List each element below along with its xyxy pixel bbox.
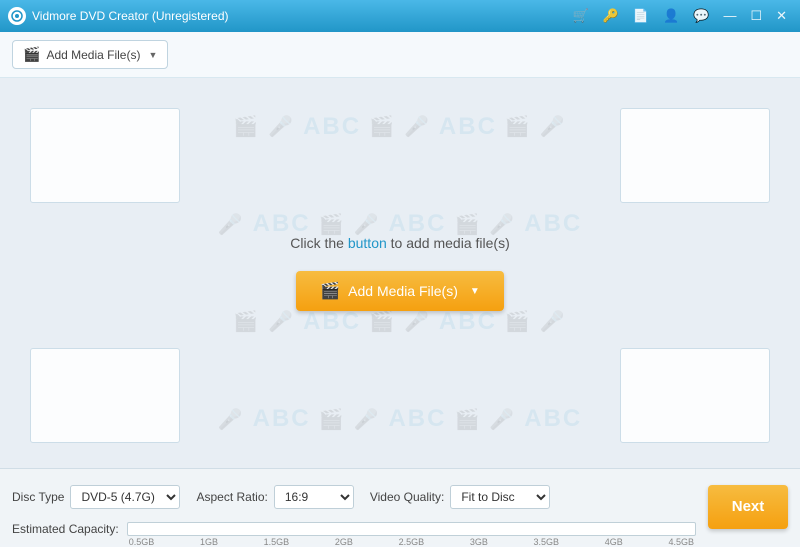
close-icon[interactable]: ✕ [771, 6, 792, 26]
aspect-ratio-select[interactable]: 16:9 4:3 [274, 485, 354, 509]
video-quality-group: Video Quality: Fit to Disc High Medium L… [370, 485, 551, 509]
maximize-icon[interactable]: ☐ [745, 6, 767, 26]
tick-6: 3.5GB [534, 537, 560, 547]
center-content: Click the button to add media file(s) 🎬 … [290, 235, 509, 311]
toolbar: 🎬 Add Media File(s) ▼ [0, 32, 800, 78]
disc-type-label: Disc Type [12, 490, 64, 504]
minimize-icon[interactable]: — [718, 6, 741, 26]
add-media-center-icon: 🎬 [320, 281, 340, 301]
main-drop-area: 🎬 🎤 ABC 🎬 🎤 ABC 🎬 🎤 🎤 ABC 🎬 🎤 ABC 🎬 🎤 AB… [0, 78, 800, 468]
estimated-capacity-label: Estimated Capacity: [12, 522, 119, 536]
instruction-text: Click the button to add media file(s) [290, 235, 509, 251]
chat-icon[interactable]: 💬 [688, 6, 714, 26]
center-dropdown-arrow-icon: ▼ [470, 286, 480, 297]
preview-card-bottom-right [620, 348, 770, 443]
video-quality-label: Video Quality: [370, 490, 445, 504]
capacity-ticks: 0.5GB 1GB 1.5GB 2GB 2.5GB 3GB 3.5GB 4GB … [128, 537, 695, 547]
title-bar: Vidmore DVD Creator (Unregistered) 🛒 🔑 📄… [0, 0, 800, 32]
key-icon[interactable]: 🔑 [598, 6, 624, 26]
disc-type-group: Disc Type DVD-5 (4.7G) DVD-9 (8.5G) Blu-… [12, 485, 180, 509]
user-icon[interactable]: 👤 [658, 6, 684, 26]
aspect-ratio-group: Aspect Ratio: 16:9 4:3 [196, 485, 353, 509]
app-logo [8, 7, 26, 25]
video-quality-select[interactable]: Fit to Disc High Medium Low [450, 485, 550, 509]
add-media-toolbar-button[interactable]: 🎬 Add Media File(s) ▼ [12, 40, 168, 69]
add-media-toolbar-icon: 🎬 [23, 46, 40, 63]
tick-1: 1GB [200, 537, 218, 547]
next-button[interactable]: Next [708, 485, 788, 529]
add-media-toolbar-label: Add Media File(s) [46, 48, 140, 62]
cart-icon[interactable]: 🛒 [568, 6, 594, 26]
tick-2: 1.5GB [264, 537, 290, 547]
bottom-controls: Disc Type DVD-5 (4.7G) DVD-9 (8.5G) Blu-… [12, 477, 696, 516]
preview-card-bottom-left [30, 348, 180, 443]
title-bar-controls: 🛒 🔑 📄 👤 💬 — ☐ ✕ [568, 6, 793, 26]
capacity-bar-container: 0.5GB 1GB 1.5GB 2GB 2.5GB 3GB 3.5GB 4GB … [127, 522, 696, 536]
bottom-main: Disc Type DVD-5 (4.7G) DVD-9 (8.5G) Blu-… [12, 477, 788, 536]
capacity-row: Estimated Capacity: 0.5GB 1GB 1.5GB 2GB … [12, 522, 696, 536]
tick-8: 4.5GB [668, 537, 694, 547]
tick-5: 3GB [470, 537, 488, 547]
bottom-left: Disc Type DVD-5 (4.7G) DVD-9 (8.5G) Blu-… [12, 477, 696, 536]
toolbar-dropdown-arrow-icon: ▼ [148, 50, 157, 60]
disc-type-select[interactable]: DVD-5 (4.7G) DVD-9 (8.5G) Blu-ray 25G Bl… [70, 485, 180, 509]
tick-4: 2.5GB [399, 537, 425, 547]
add-media-center-button[interactable]: 🎬 Add Media File(s) ▼ [296, 271, 504, 311]
preview-card-top-left [30, 108, 180, 203]
add-media-center-label: Add Media File(s) [348, 283, 458, 299]
tick-7: 4GB [605, 537, 623, 547]
bottom-bar: Disc Type DVD-5 (4.7G) DVD-9 (8.5G) Blu-… [0, 468, 800, 544]
aspect-ratio-label: Aspect Ratio: [196, 490, 267, 504]
tick-3: 2GB [335, 537, 353, 547]
app-title: Vidmore DVD Creator (Unregistered) [32, 9, 568, 23]
file-icon[interactable]: 📄 [628, 6, 654, 26]
tick-0: 0.5GB [129, 537, 155, 547]
preview-card-top-right [620, 108, 770, 203]
